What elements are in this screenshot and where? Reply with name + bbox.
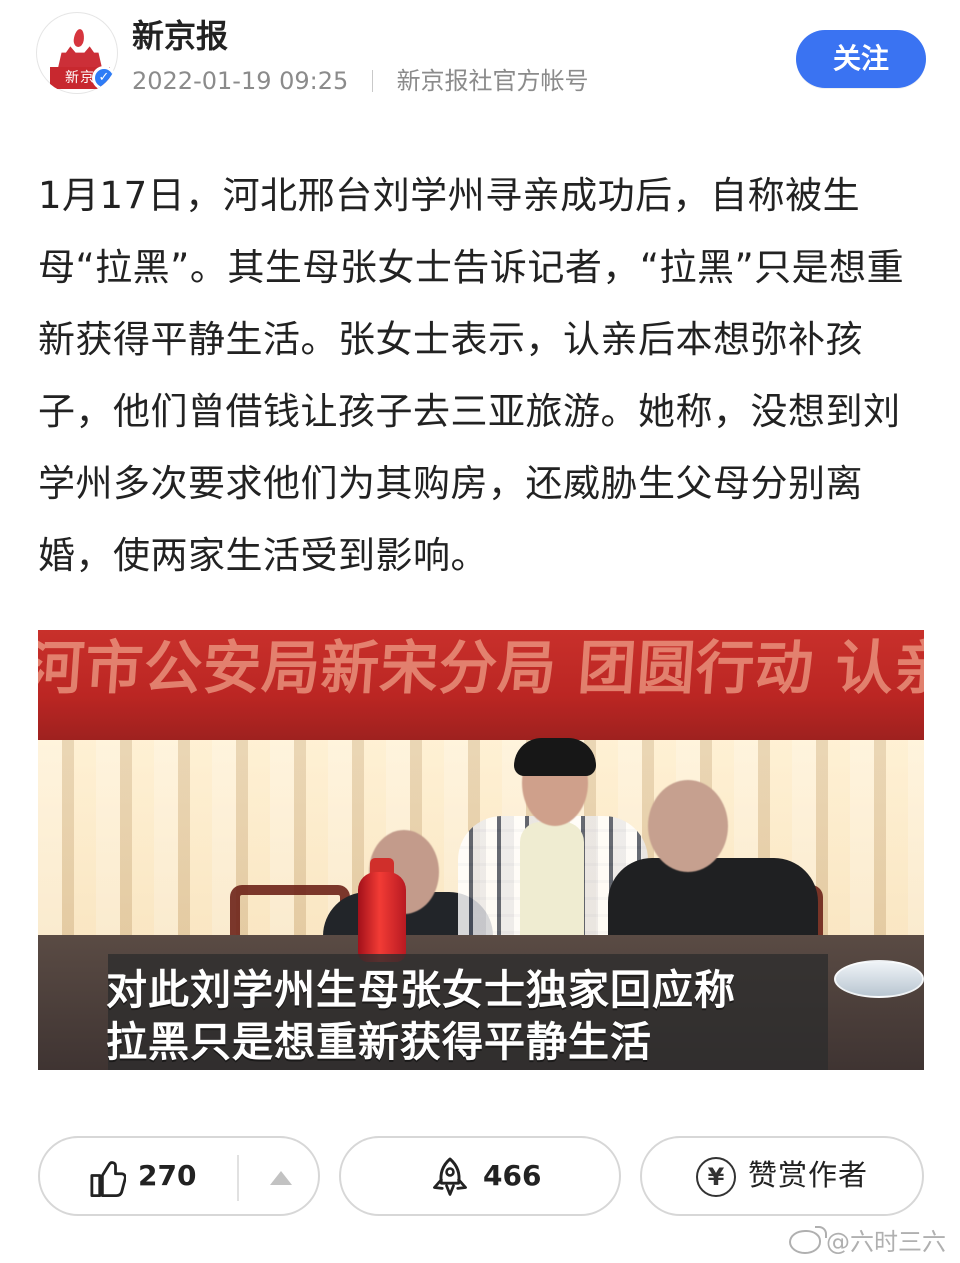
post-header: 新京 ✓ 新京报 2022-01-19 09:25 新京报社官方帐号 关注 [36,12,926,104]
action-bar: 270 466 ¥ 赞赏作者 [38,1136,924,1220]
post-meta: 2022-01-19 09:25 新京报社官方帐号 [132,66,589,96]
watermark-text: @六时三六 [826,1228,946,1256]
check-icon: ✓ [98,70,110,85]
account-type: 新京报社官方帐号 [396,67,589,95]
banner-text: 河市公安局新宋分局 团圆行动 认亲 [38,634,924,702]
meta-divider [371,70,373,92]
follow-button[interactable]: 关注 [796,30,926,88]
verified-badge: ✓ [92,66,116,90]
bottle-body [358,872,406,962]
tip-author-label: 赞赏作者 [748,1158,869,1192]
weibo-icon [789,1226,827,1254]
yen-icon: ¥ [696,1157,736,1197]
video-caption: 对此刘学州生母张女士独家回应称 拉黑只是想重新获得平静生活 [106,954,828,1070]
rocket-icon [433,1157,467,1196]
repost-button[interactable]: 466 [339,1136,621,1216]
watermark: @六时三六 [789,1226,946,1257]
like-count: 270 [138,1159,197,1192]
thumbs-up-icon [90,1161,126,1198]
triangle-up-icon[interactable] [270,1171,292,1185]
like-button[interactable]: 270 [38,1136,320,1216]
weibo-post-page: 新京 ✓ 新京报 2022-01-19 09:25 新京报社官方帐号 关注 1月… [0,0,960,1263]
source-avatar[interactable]: 新京 ✓ [36,12,118,94]
post-image[interactable]: 河市公安局新宋分局 团圆行动 认亲 对此刘学州生母张女士独家回应称 拉黑只是想重… [38,630,924,1070]
source-name[interactable]: 新京报 [132,16,228,56]
flame-icon [72,28,86,48]
repost-count: 466 [483,1159,542,1192]
banner-background: 河市公安局新宋分局 团圆行动 认亲 [38,630,924,740]
person-center-hair [514,738,596,776]
caption-line-1: 对此刘学州生母张女士独家回应称 [106,966,736,1014]
red-bottle [356,858,408,962]
caption-line-2: 拉黑只是想重新获得平静生活 [106,1018,652,1066]
glass-dish [834,960,924,998]
post-timestamp: 2022-01-19 09:25 [132,67,349,95]
like-divider [237,1155,239,1201]
post-body: 1月17日，河北邢台刘学州寻亲成功后，自称被生母“拉黑”。其生母张女士告诉记者，… [38,174,905,577]
blurred-face-right [648,780,728,872]
building-icon [58,46,102,68]
tip-author-button[interactable]: ¥ 赞赏作者 [640,1136,924,1216]
